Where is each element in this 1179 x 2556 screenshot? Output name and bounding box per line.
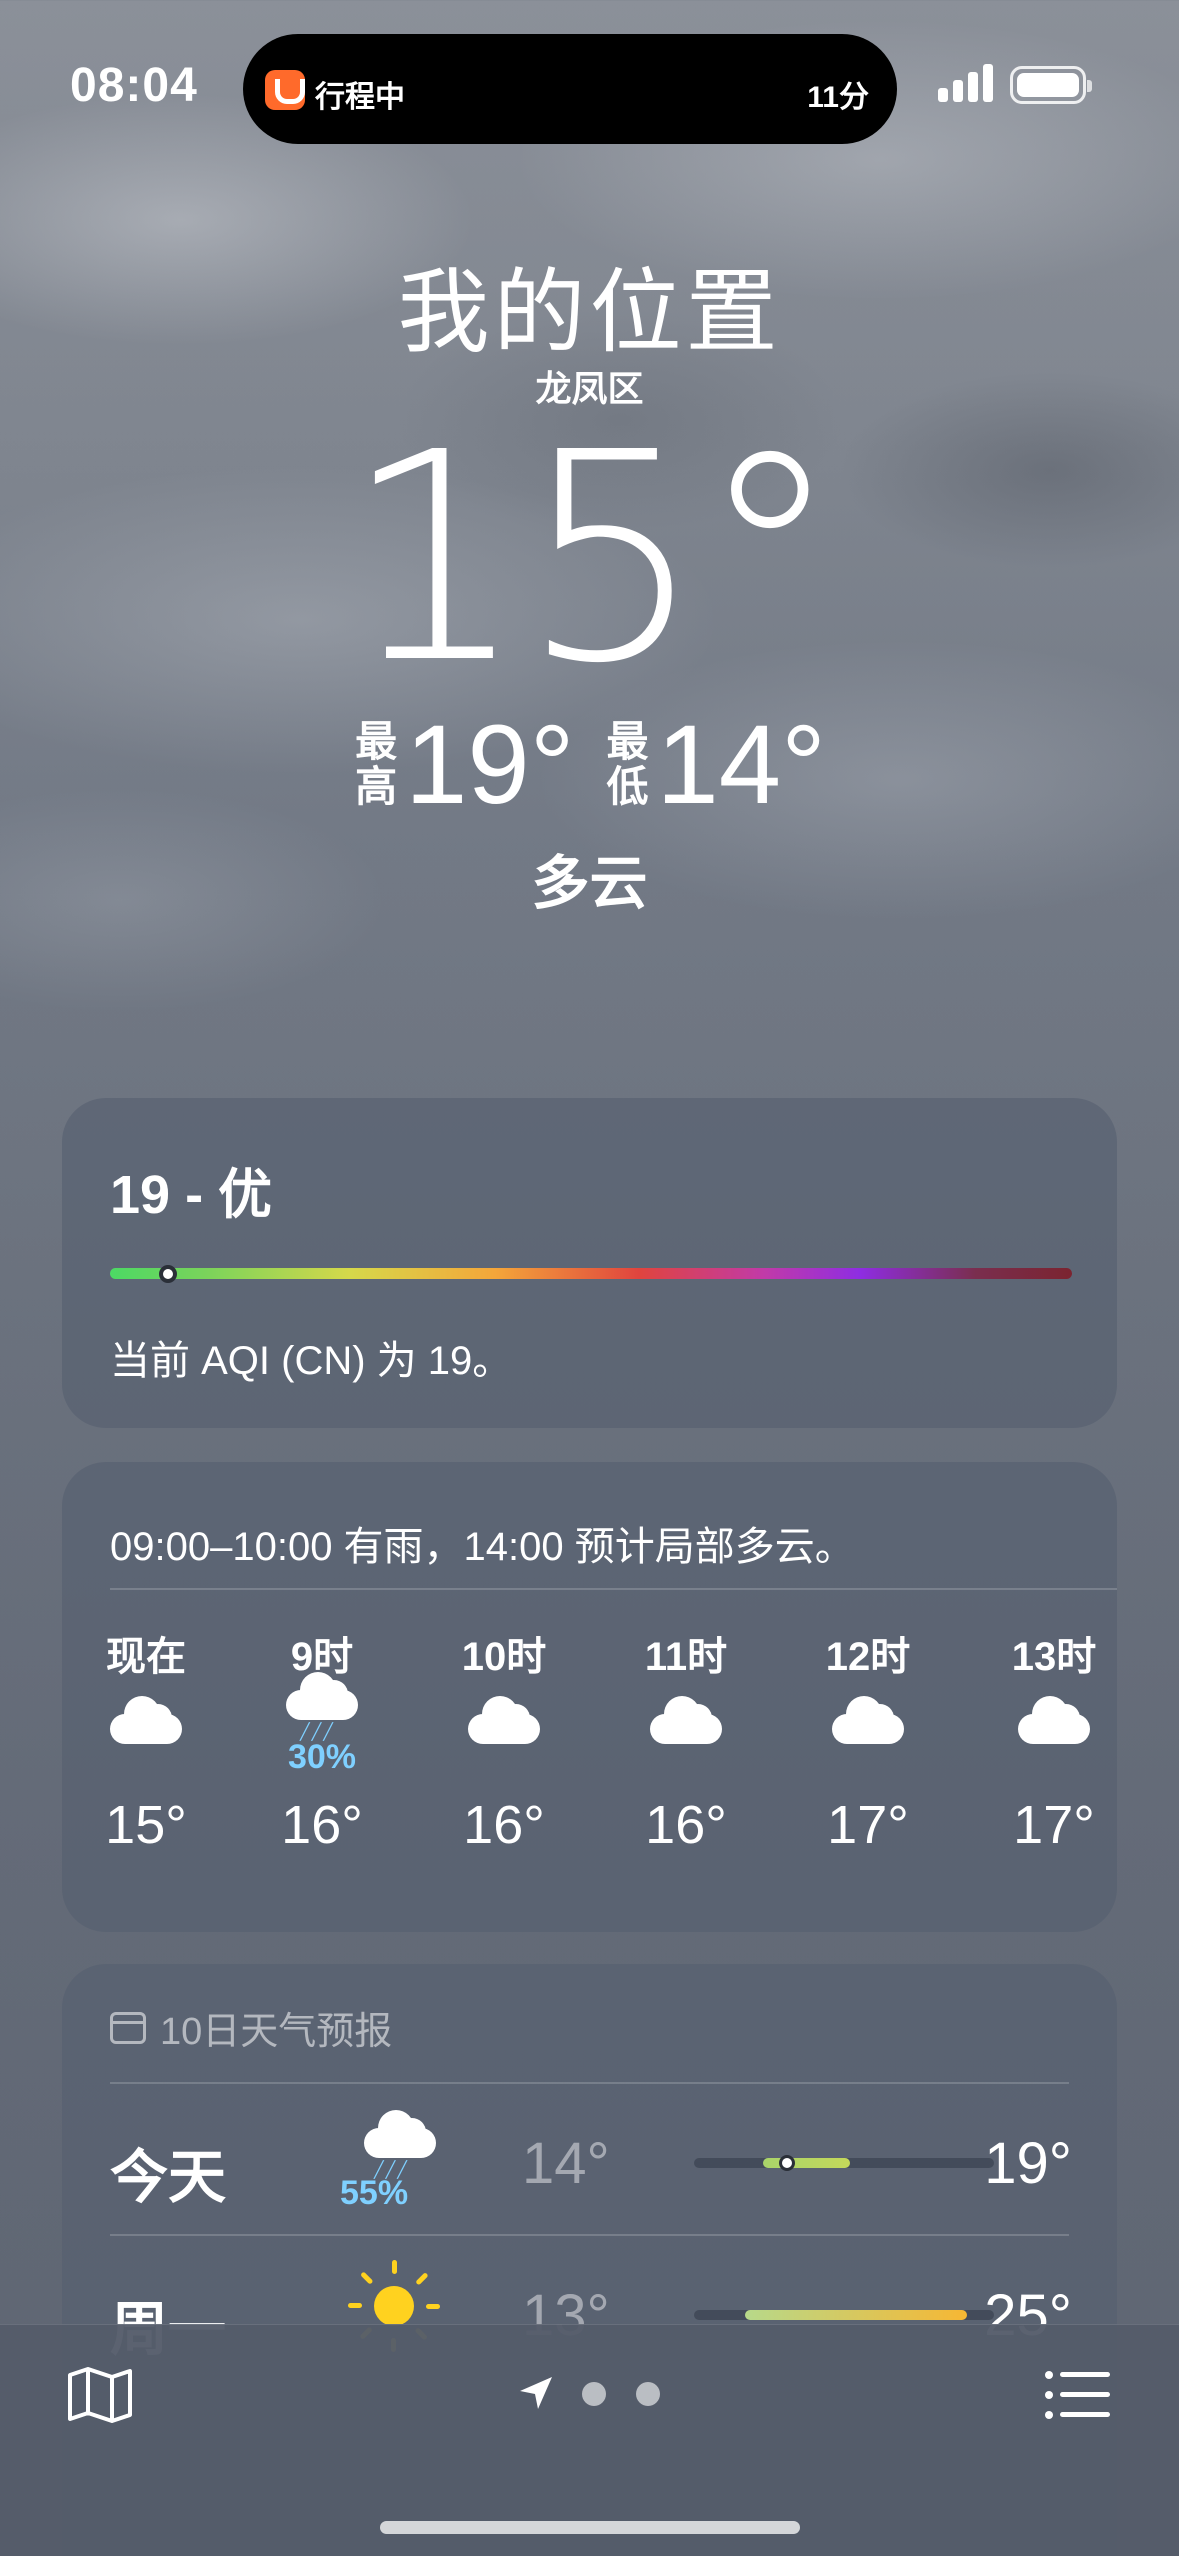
hour-icon-slot (66, 1674, 226, 1774)
aqi-description: 当前 AQI (CN) 为 19。 (110, 1339, 513, 1383)
hour-icon-slot (606, 1674, 766, 1774)
location-arrow-icon[interactable] (518, 2375, 554, 2411)
location-title: 我的位置 (397, 262, 782, 364)
high-temperature: 19° (405, 702, 575, 827)
hourly-forecast-card[interactable]: 09:00–10:00 有雨，14:00 预计局部多云。 现在 15° 9时 ╱╱╱ 3… (62, 1462, 1117, 1932)
low-temperature: 14° (656, 702, 826, 827)
page-dot[interactable] (582, 2382, 606, 2406)
page-dot[interactable] (636, 2382, 660, 2406)
calendar-icon (110, 2011, 146, 2044)
aqi-value: 19 - 优 (110, 1165, 273, 1225)
battery-icon (1010, 66, 1092, 104)
current-temperature: 15° (343, 391, 841, 726)
cloud-rain-icon: ╱╱╱ 55% (340, 2104, 460, 2214)
cellular-signal-icon (938, 62, 994, 102)
hour-icon-slot: ╱╱╱ 30% (242, 1672, 402, 1776)
high-low-temperatures: 最高 19° 最低 14° (0, 700, 1179, 829)
map-icon[interactable] (66, 2365, 134, 2425)
day-high-temperature: 19° (984, 2131, 1072, 2196)
temperature-range-bar (694, 2155, 994, 2171)
day-name: 今天 (110, 2145, 227, 2210)
hour-column: 现在 15° (66, 1624, 226, 1856)
current-condition: 多云 (531, 851, 648, 916)
temperature-range-fill (763, 2158, 850, 2168)
hour-icon-slot (788, 1674, 948, 1774)
hour-temperature: 16° (463, 1795, 545, 1855)
cloud-rain-icon (286, 1672, 358, 1720)
ten-day-title: 10日天气预报 (160, 2011, 393, 2053)
hour-temperature: 16° (645, 1795, 727, 1855)
hour-temperature: 17° (1013, 1795, 1095, 1855)
precip-chance: 30% (287, 1738, 357, 1776)
high-label: 最高 (355, 718, 398, 810)
live-activity-label: 行程中 (315, 81, 405, 114)
hour-label: 13时 (1011, 1635, 1097, 1679)
hour-label: 11时 (644, 1635, 728, 1679)
hour-label: 10时 (461, 1635, 547, 1679)
hour-temperature: 16° (281, 1795, 363, 1855)
list-icon[interactable] (1044, 2369, 1112, 2421)
current-temp-marker (779, 2155, 795, 2171)
hour-temperature: 17° (827, 1795, 909, 1855)
hour-column: 12时 17° (788, 1624, 948, 1856)
divider (110, 1588, 1117, 1590)
live-activity-eta: 11分 (807, 81, 869, 114)
hour-icon-slot (974, 1674, 1134, 1774)
temperature-range-fill (745, 2310, 967, 2320)
low-label: 最低 (606, 718, 649, 810)
hour-label: 9时 (290, 1635, 354, 1679)
temperature-range-bar (694, 2310, 994, 2320)
hour-column: 9时 ╱╱╱ 30% 16° (242, 1624, 402, 1856)
cloud-icon (650, 1696, 722, 1744)
hour-column: 13时 17° (974, 1624, 1134, 1856)
aqi-indicator (159, 1265, 178, 1283)
dynamic-island[interactable]: 行程中 11分 (243, 34, 897, 144)
cloud-icon (110, 1696, 182, 1744)
day-row[interactable]: 今天 ╱╱╱ 55% 14° 19° (110, 2084, 1072, 2234)
hour-label: 12时 (825, 1635, 911, 1679)
hour-column: 11时 16° (606, 1624, 766, 1856)
hour-label: 现在 (106, 1635, 186, 1679)
home-indicator[interactable] (380, 2521, 800, 2534)
hour-icon-slot (424, 1674, 584, 1774)
status-time: 08:04 (70, 59, 198, 112)
precip-chance: 55% (340, 2174, 409, 2212)
day-low-temperature: 14° (522, 2131, 610, 2196)
air-quality-card[interactable]: 19 - 优 当前 AQI (CN) 为 19。 (62, 1098, 1117, 1428)
cloud-icon (832, 1696, 904, 1744)
cloud-icon (468, 1696, 540, 1744)
aqi-scale-bar (110, 1268, 1072, 1279)
ten-day-header: 10日天气预报 (110, 2000, 392, 2055)
bottom-toolbar (0, 2324, 1179, 2556)
hourly-summary: 09:00–10:00 有雨，14:00 预计局部多云。 (110, 1525, 855, 1569)
cloud-icon (1018, 1696, 1090, 1744)
hour-column: 10时 16° (424, 1624, 584, 1856)
ride-app-icon (265, 70, 305, 110)
hour-temperature: 15° (105, 1795, 187, 1855)
